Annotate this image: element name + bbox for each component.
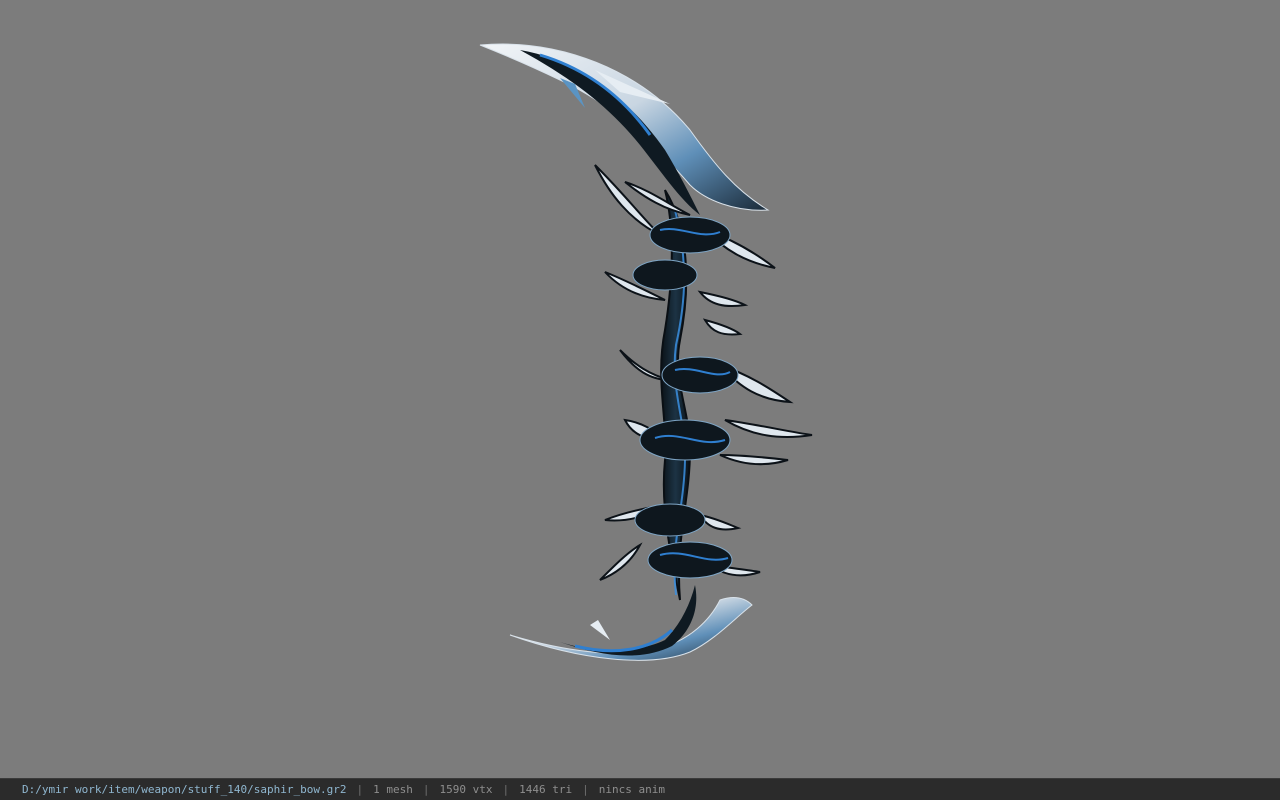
separator: |	[356, 783, 364, 796]
bow-model[interactable]	[0, 0, 1280, 778]
upper-limb	[479, 43, 770, 215]
status-bar: D:/ymir work/item/weapon/stuff_140/saphi…	[0, 778, 1280, 800]
separator: |	[422, 783, 430, 796]
separator: |	[582, 783, 589, 796]
lower-limb	[509, 585, 753, 661]
file-path: D:/ymir work/item/weapon/stuff_140/saphi…	[22, 783, 347, 796]
animation-status: nincs anim	[598, 783, 665, 796]
3d-viewport[interactable]	[0, 0, 1280, 778]
vertex-count: 1590 vtx	[439, 783, 493, 796]
triangle-count: 1446 tri	[519, 783, 573, 796]
mesh-count: 1 mesh	[373, 783, 413, 796]
separator: |	[502, 783, 510, 796]
